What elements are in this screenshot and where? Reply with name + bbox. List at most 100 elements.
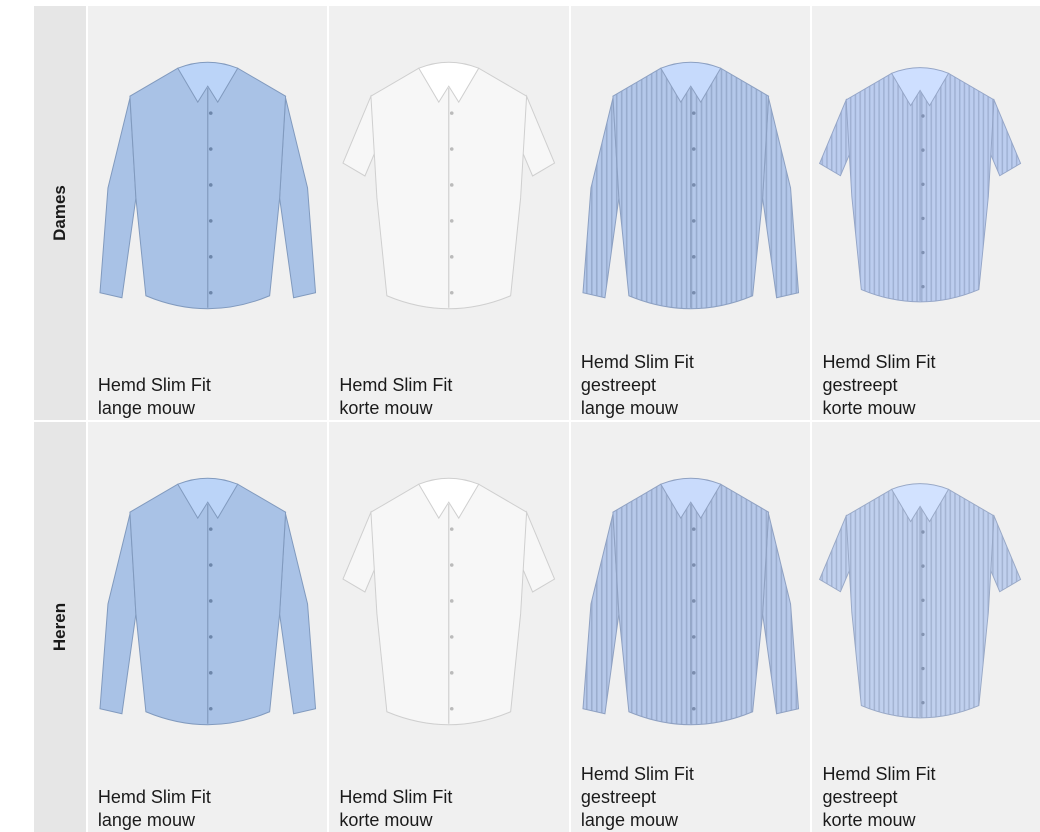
button-dot (921, 148, 926, 152)
caption-line: Hemd Slim Fit (822, 352, 936, 372)
product-caption: Hemd Slim Fit korte mouw (339, 786, 452, 832)
shirt-image (582, 61, 799, 310)
button-dot (691, 527, 696, 531)
caption-line: Hemd Slim Fit (822, 764, 936, 784)
row-header: Dames (34, 6, 86, 420)
button-dot (208, 706, 213, 711)
caption-line: lange mouw (580, 810, 678, 830)
button-dot (691, 563, 696, 567)
caption-line: gestreept (580, 787, 656, 807)
row-heren: Heren Hemd Slim Fit lange mouw Hemd Slim… (34, 422, 1040, 832)
button-dot (450, 255, 454, 259)
product-caption: Hemd Slim Fit gestreept korte mouw (822, 351, 935, 420)
product-card[interactable]: Hemd Slim Fit gestreept korte mouw (812, 422, 1040, 832)
shirt-image (582, 477, 799, 726)
product-card[interactable]: Hemd Slim Fit gestreept korte mouw (812, 6, 1040, 420)
product-caption: Hemd Slim Fit gestreept korte mouw (822, 763, 935, 832)
button-dot (921, 700, 926, 705)
caption-line: Hemd Slim Fit (97, 375, 211, 395)
product-caption: Hemd Slim Fit lange mouw (98, 786, 211, 832)
sleeve-right (762, 98, 799, 299)
caption-line: korte mouw (822, 810, 916, 830)
button-dot (450, 111, 454, 115)
shirt-image (342, 477, 556, 726)
button-dot (921, 666, 926, 671)
button-dot (691, 183, 696, 187)
caption-line: lange mouw (580, 398, 678, 418)
product-card[interactable]: Hemd Slim Fit gestreept lange mouw (570, 422, 811, 832)
caption-line: lange mouw (97, 810, 195, 830)
caption-line: lange mouw (97, 398, 195, 418)
button-dot (921, 250, 926, 255)
button-dot (691, 290, 696, 295)
button-dot (450, 706, 454, 711)
product-card[interactable]: Hemd Slim Fit korte mouw (329, 422, 569, 832)
button-dot (921, 598, 926, 602)
button-dot (921, 632, 926, 637)
button-dot (208, 147, 213, 151)
button-dot (921, 114, 926, 118)
product-card[interactable]: Hemd Slim Fit korte mouw (329, 6, 569, 420)
button-dot (691, 599, 696, 603)
button-dot (691, 111, 696, 115)
product-caption: Hemd Slim Fit lange mouw (98, 374, 211, 420)
product-card[interactable]: Hemd Slim Fit lange mouw (87, 422, 328, 832)
row-header: Heren (34, 422, 86, 832)
sleeve-right (279, 514, 316, 715)
product-card[interactable]: Hemd Slim Fit lange mouw (87, 6, 328, 420)
button-dot (450, 527, 454, 531)
caption-line: Hemd Slim Fit (580, 764, 694, 784)
caption-line: gestreept (822, 375, 898, 395)
button-dot (208, 671, 213, 675)
row-label: Heren (49, 602, 69, 652)
button-dot (921, 216, 926, 221)
caption-line: Hemd Slim Fit (339, 787, 453, 807)
button-dot (921, 284, 926, 289)
button-dot (691, 706, 696, 711)
caption-line: korte mouw (339, 398, 433, 418)
button-dot (208, 635, 213, 639)
sleeve-right (762, 514, 799, 715)
sleeve-left (99, 98, 137, 299)
button-dot (450, 635, 454, 639)
button-dot (208, 599, 213, 603)
shirt-image (819, 483, 1022, 719)
caption-line: korte mouw (822, 398, 916, 418)
button-dot (450, 147, 454, 151)
caption-line: gestreept (822, 787, 898, 807)
product-caption: Hemd Slim Fit gestreept lange mouw (581, 351, 694, 420)
caption-line: korte mouw (339, 810, 433, 830)
button-dot (208, 219, 213, 223)
product-caption: Hemd Slim Fit korte mouw (339, 374, 452, 420)
shirt-image (819, 67, 1022, 303)
button-dot (450, 671, 454, 675)
button-dot (208, 527, 213, 531)
row-label: Dames (49, 185, 69, 241)
button-dot (691, 147, 696, 151)
product-card[interactable]: Hemd Slim Fit gestreept lange mouw (570, 6, 811, 420)
button-dot (921, 530, 926, 534)
button-dot (450, 290, 454, 295)
button-dot (921, 564, 926, 568)
button-dot (691, 635, 696, 639)
product-grid: Dames Hemd Slim Fit lange mouw Hemd Slim… (34, 6, 1040, 832)
button-dot (208, 255, 213, 259)
caption-line: Hemd Slim Fit (97, 787, 211, 807)
button-dot (450, 563, 454, 567)
button-dot (691, 255, 696, 259)
product-caption: Hemd Slim Fit gestreept lange mouw (581, 763, 694, 832)
shirt-image (342, 61, 556, 310)
sleeve-left (582, 98, 620, 299)
button-dot (450, 183, 454, 187)
sleeve-right (279, 98, 316, 299)
shirt-image (99, 61, 316, 310)
button-dot (691, 219, 696, 223)
button-dot (691, 671, 696, 675)
caption-line: gestreept (580, 375, 656, 395)
caption-line: Hemd Slim Fit (339, 375, 453, 395)
button-dot (208, 290, 213, 295)
sleeve-left (99, 514, 137, 715)
row-dames: Dames Hemd Slim Fit lange mouw Hemd Slim… (34, 6, 1040, 420)
shirt-image (99, 477, 316, 726)
button-dot (208, 183, 213, 187)
